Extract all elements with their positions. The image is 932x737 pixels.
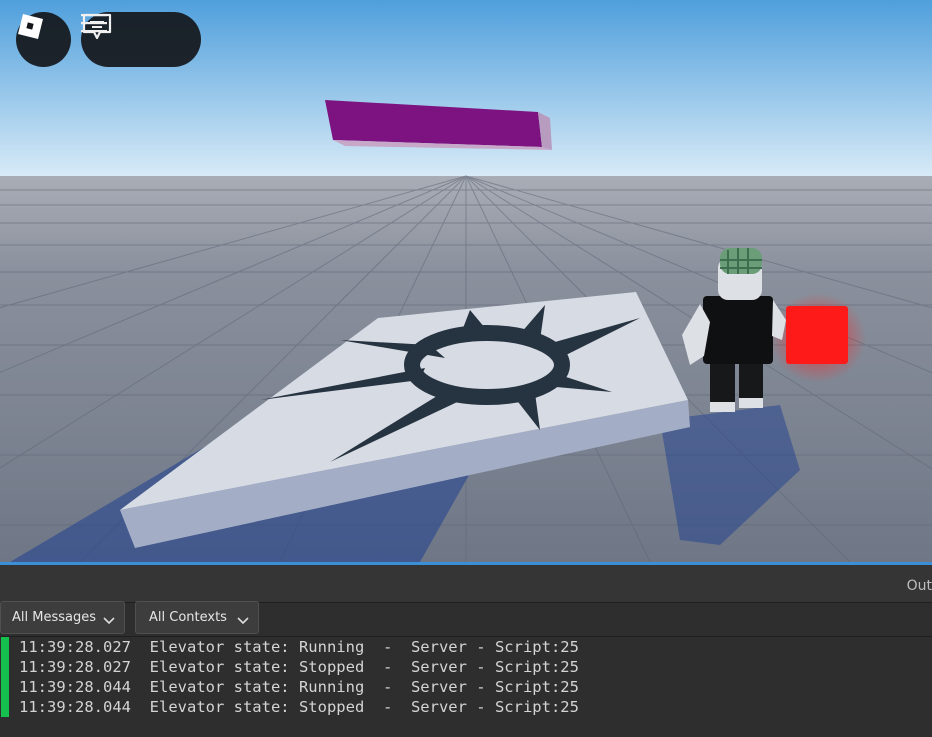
output-filter-bar: All Messages All Contexts (0, 601, 932, 637)
context-filter-dropdown[interactable]: All Contexts (135, 601, 259, 634)
game-viewport[interactable] (0, 0, 932, 562)
topbar-menu-group (81, 12, 201, 67)
roblox-menu-button[interactable] (16, 12, 71, 67)
context-filter-label: All Contexts (149, 610, 227, 625)
log-level-indicator (1, 697, 9, 717)
chevron-down-icon (103, 614, 115, 629)
log-message: Elevator state: Running (149, 638, 365, 656)
log-entry[interactable]: 11:39:28.044 Elevator state: Stopped - S… (0, 697, 932, 717)
red-part[interactable] (786, 306, 848, 364)
log-message: Elevator state: Running (149, 678, 365, 696)
output-panel-title[interactable]: Out (907, 578, 932, 594)
message-filter-dropdown[interactable]: All Messages (0, 601, 125, 634)
log-level-indicator (1, 677, 9, 697)
log-source: Server - Script:25 (410, 678, 579, 696)
log-source: Server - Script:25 (410, 638, 579, 656)
chevron-down-icon (237, 614, 249, 629)
log-level-indicator (1, 637, 9, 657)
output-log-list[interactable]: 11:39:28.027 Elevator state: Running - S… (0, 637, 932, 737)
log-message: Elevator state: Stopped (149, 658, 365, 676)
log-timestamp: 11:39:28.027 (19, 658, 131, 676)
log-source: Server - Script:25 (410, 698, 579, 716)
log-entry[interactable]: 11:39:28.027 Elevator state: Stopped - S… (0, 657, 932, 677)
output-panel-header: Out (0, 565, 932, 603)
log-message: Elevator state: Stopped (149, 698, 365, 716)
output-panel: Out All Messages All Contexts 11:39:28.0… (0, 562, 932, 737)
log-entry[interactable]: 11:39:28.027 Elevator state: Running - S… (0, 637, 932, 657)
log-timestamp: 11:39:28.027 (19, 638, 131, 656)
scene-render (0, 0, 932, 562)
log-timestamp: 11:39:28.044 (19, 678, 131, 696)
log-source: Server - Script:25 (410, 658, 579, 676)
message-filter-label: All Messages (12, 610, 96, 625)
log-entry[interactable]: 11:39:28.044 Elevator state: Running - S… (0, 677, 932, 697)
log-level-indicator (1, 657, 9, 677)
log-timestamp: 11:39:28.044 (19, 698, 131, 716)
